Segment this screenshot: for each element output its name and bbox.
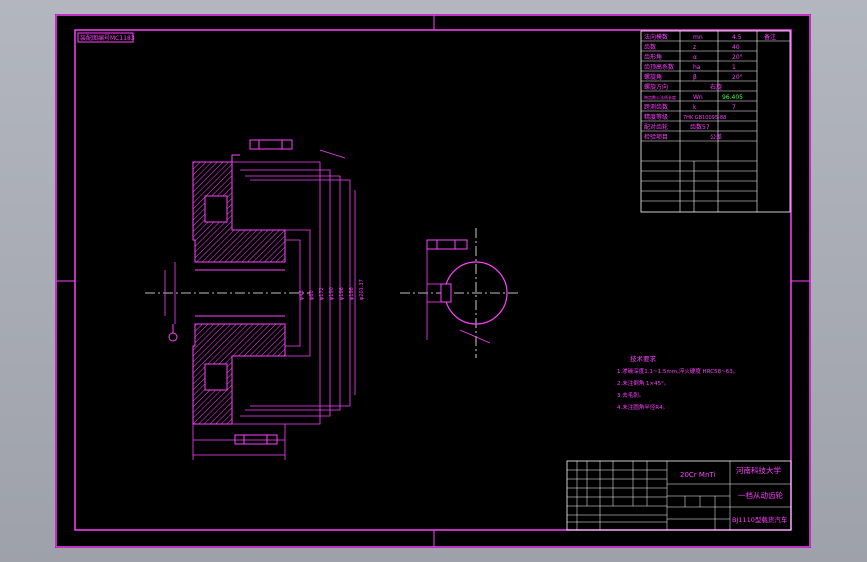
svg-text:公差: 公差 xyxy=(710,133,722,141)
svg-text:1: 1 xyxy=(732,64,736,71)
svg-text:螺旋角: 螺旋角 xyxy=(644,73,662,81)
svg-text:z: z xyxy=(693,44,696,51)
tech-requirements: 技术要求 1.渗碳深度1.1~1.5mm,淬火硬度 HRC58~63。 2.未注… xyxy=(617,354,738,411)
svg-text:右旋: 右旋 xyxy=(710,83,722,91)
svg-text:α: α xyxy=(693,54,697,61)
drawing-number-label: 装配图编号MC1183 xyxy=(80,34,135,42)
svg-text:齿顶高系数: 齿顶高系数 xyxy=(644,63,674,71)
assembly-name: BJ1110型载货汽车 xyxy=(732,515,788,524)
university-name: 河南科技大学 xyxy=(736,465,781,475)
svg-text:法向模数: 法向模数 xyxy=(644,33,668,41)
tech-requirement-item: 2.未注倒角 1×45°。 xyxy=(617,379,669,387)
svg-text:mn: mn xyxy=(693,34,703,41)
svg-text:φ201.37: φ201.37 xyxy=(359,279,365,300)
material-label: 20Cr MnTi xyxy=(680,471,715,479)
inner-frame xyxy=(74,29,792,531)
svg-text:检验项目: 检验项目 xyxy=(644,133,668,141)
svg-text:β: β xyxy=(693,74,697,81)
svg-text:φ198: φ198 xyxy=(349,287,355,300)
tech-requirement-item: 4.未注圆角半径R4。 xyxy=(617,403,668,411)
svg-text:96.405: 96.405 xyxy=(722,94,743,101)
svg-text:7HK GB10095-88: 7HK GB10095-88 xyxy=(683,115,726,121)
svg-text:φ196: φ196 xyxy=(339,287,345,300)
svg-text:跨齿数公法线长度: 跨齿数公法线长度 xyxy=(644,94,676,100)
svg-text:ha: ha xyxy=(693,64,701,71)
title-block: 20Cr MnTi 河南科技大学 一档从动齿轮 BJ1110型载货汽车 xyxy=(566,460,792,531)
svg-text:齿数: 齿数 xyxy=(644,43,656,51)
svg-text:φ48: φ48 xyxy=(299,290,305,300)
svg-text:20°: 20° xyxy=(732,74,743,81)
gear-parameter-table: 法向模数 mn 4.5 备注 齿数 z 40 齿形角 α 20° 齿顶高系数 h… xyxy=(640,30,791,213)
tech-requirement-item: 1.渗碳深度1.1~1.5mm,淬火硬度 HRC58~63。 xyxy=(617,367,738,375)
gear-section-view: φ48 φ60 φ172 φ190 φ196 φ198 φ201.37 xyxy=(145,139,365,460)
svg-text:φ60: φ60 xyxy=(309,290,315,300)
svg-text:φ190: φ190 xyxy=(329,287,335,300)
svg-text:φ172: φ172 xyxy=(319,287,325,300)
svg-text:备注: 备注 xyxy=(764,33,776,41)
svg-text:7: 7 xyxy=(732,104,736,111)
svg-text:配对齿轮: 配对齿轮 xyxy=(644,123,668,131)
tech-requirements-heading: 技术要求 xyxy=(630,354,657,363)
svg-text:螺旋方向: 螺旋方向 xyxy=(644,83,668,91)
svg-text:20°: 20° xyxy=(732,54,743,61)
svg-text:k: k xyxy=(693,104,697,111)
svg-text:齿数57: 齿数57 xyxy=(690,123,710,131)
svg-text:Wn: Wn xyxy=(693,94,703,101)
svg-text:齿形角: 齿形角 xyxy=(644,53,662,61)
bore-end-view xyxy=(400,228,520,358)
part-name: 一档从动齿轮 xyxy=(738,490,783,500)
svg-text:40: 40 xyxy=(732,44,740,51)
svg-text:跨测齿数: 跨测齿数 xyxy=(644,103,668,111)
cad-drawing: 装配图编号MC1183 φ48 φ60 φ172 φ190 φ196 φ198 … xyxy=(55,14,811,548)
tech-requirement-item: 3.去毛刺。 xyxy=(617,391,644,399)
svg-text:4.5: 4.5 xyxy=(732,34,742,41)
svg-text:精度等级: 精度等级 xyxy=(644,113,668,121)
